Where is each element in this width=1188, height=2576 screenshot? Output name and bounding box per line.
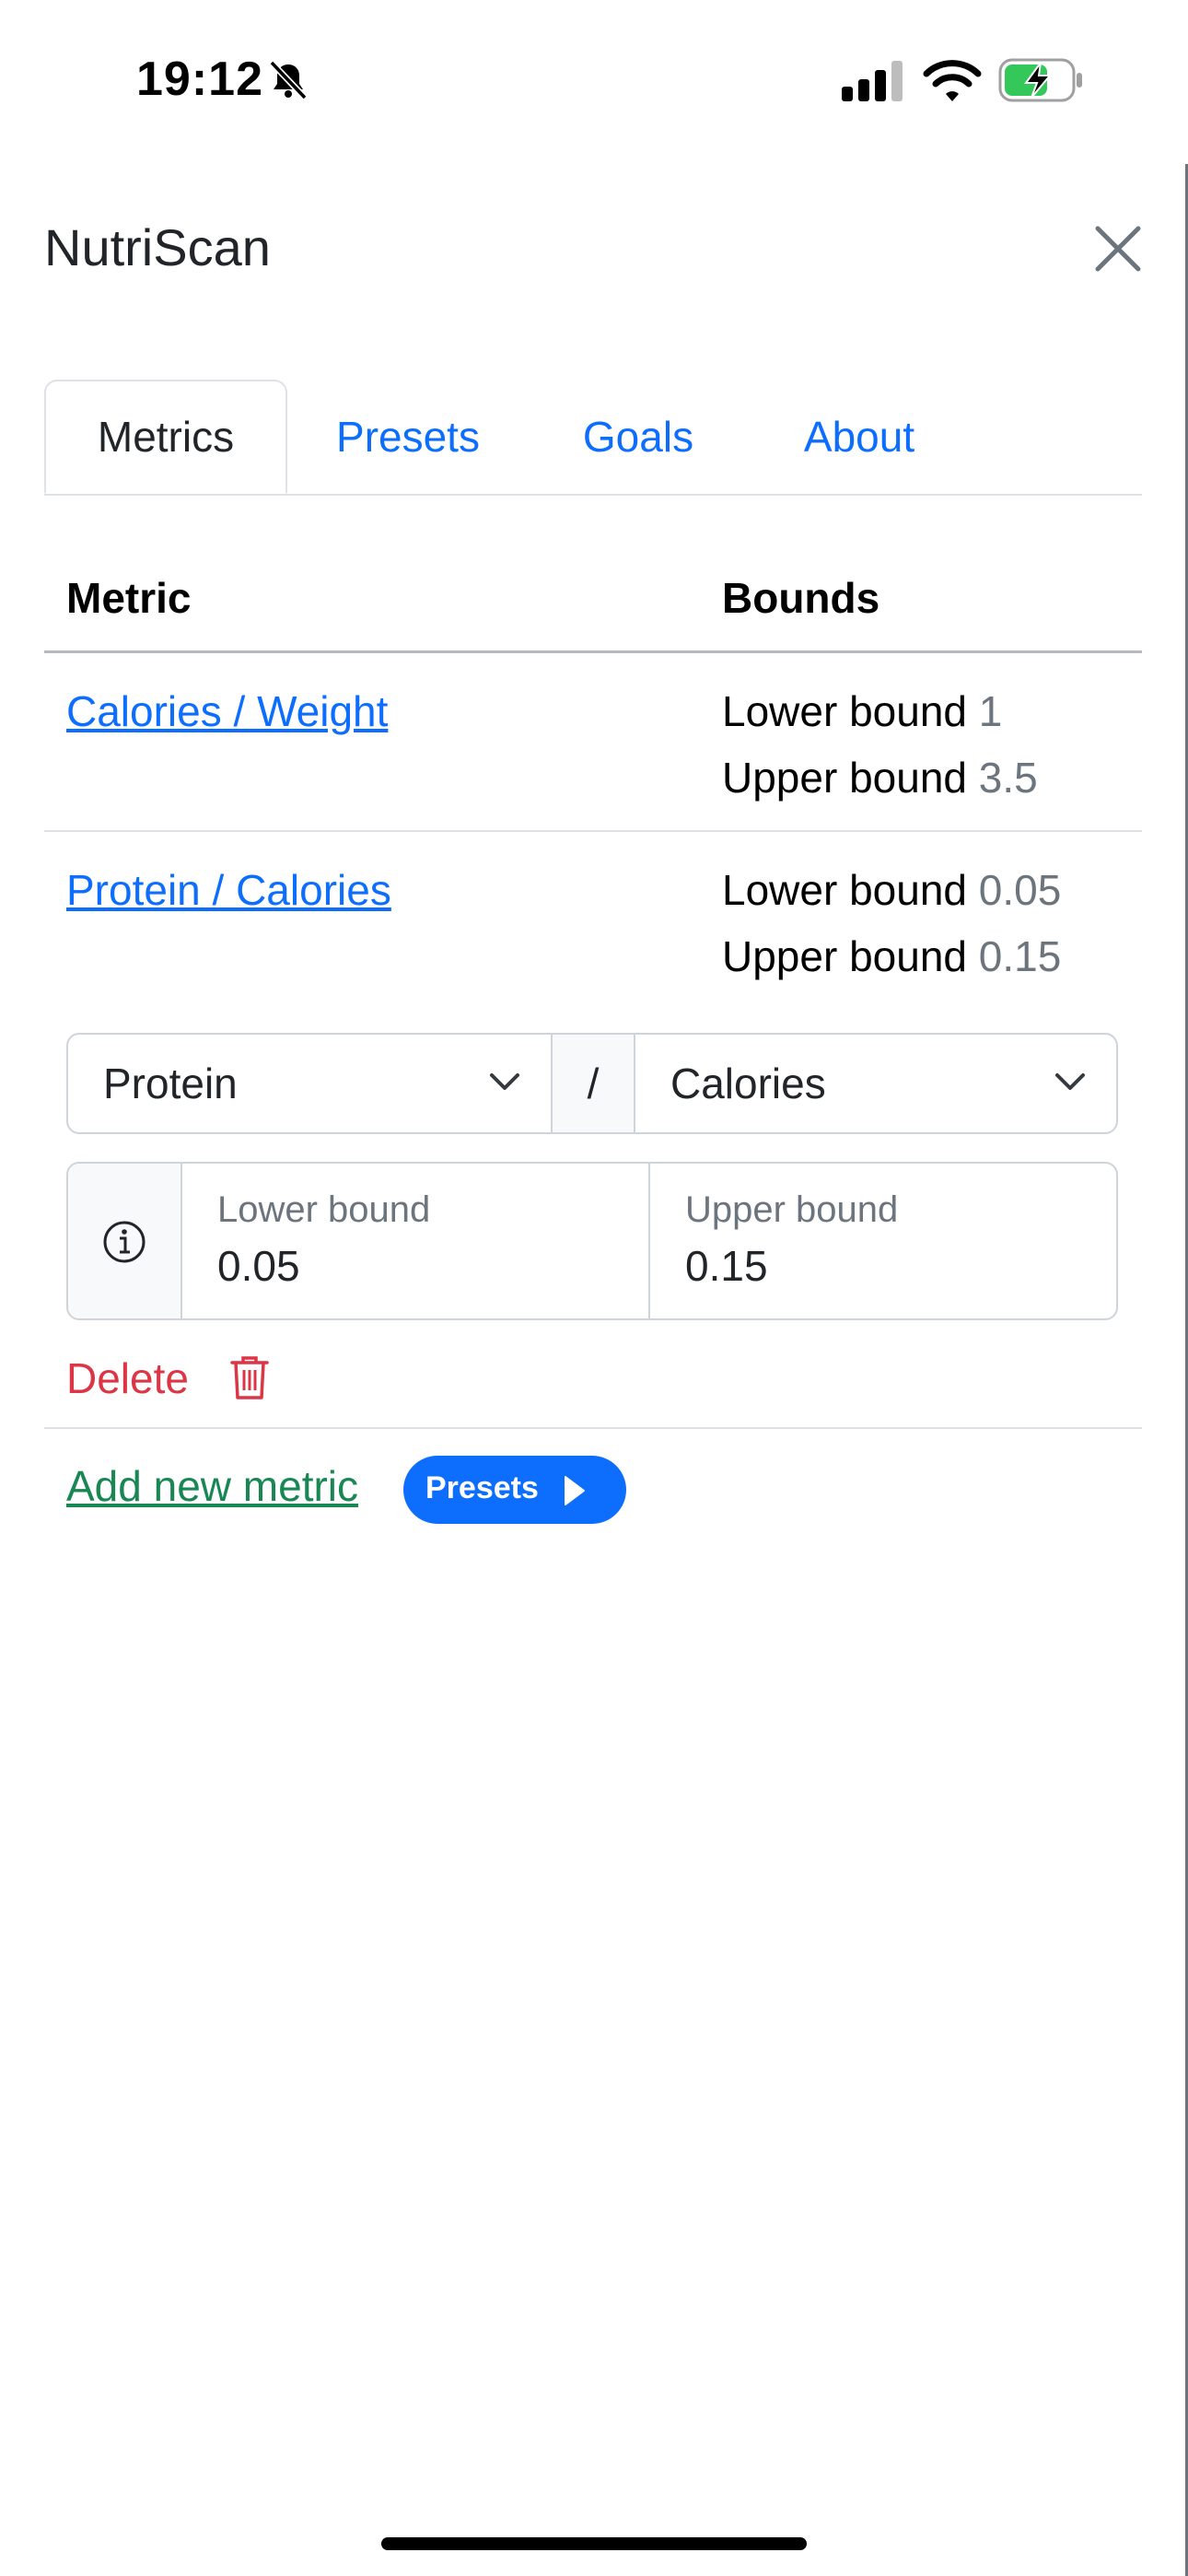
chevron-down-icon[interactable] — [1052, 1068, 1089, 1097]
wifi-icon — [923, 60, 982, 101]
bounds-input-group: Lower bound 0.05 Upper bound 0.15 — [66, 1162, 1118, 1320]
status-bar: 19:12 — [0, 0, 1188, 157]
play-icon — [565, 1476, 585, 1505]
lower-bound-value: 1 — [978, 687, 1003, 735]
add-metric-row: Add new metric Presets — [44, 1428, 1142, 1524]
numerator-select[interactable]: Protein — [103, 1035, 238, 1132]
upper-bound-value: 0.15 — [978, 932, 1062, 980]
modal-header: NutriScan — [44, 212, 1142, 286]
trash-icon[interactable] — [228, 1353, 271, 1401]
upper-bound-text: Upper bound 0.15 — [722, 931, 1061, 981]
upper-bound-input[interactable]: 0.15 — [685, 1241, 768, 1291]
status-time: 19:12 — [136, 53, 263, 106]
table-row: Protein / Calories Lower bound 0.05 Uppe… — [44, 832, 1142, 1429]
lower-bound-input[interactable]: 0.05 — [217, 1241, 300, 1291]
upper-bound-value: 3.5 — [978, 754, 1038, 802]
add-new-metric-link[interactable]: Add new metric — [66, 1461, 358, 1511]
lower-bound-field-label: Lower bound — [217, 1189, 431, 1230]
close-icon[interactable] — [1092, 223, 1144, 275]
upper-bound-text: Upper bound 3.5 — [722, 753, 1038, 802]
app-title: NutriScan — [44, 218, 271, 276]
metric-ratio-selector: Protein / Calories — [66, 1033, 1118, 1134]
tab-metrics[interactable]: Metrics — [44, 380, 287, 494]
info-addon[interactable] — [68, 1164, 182, 1318]
denominator-select[interactable]: Calories — [670, 1035, 826, 1132]
presets-button-label: Presets — [425, 1470, 539, 1505]
cellular-signal-icon — [842, 61, 903, 101]
battery-charging-icon — [998, 58, 1082, 102]
delete-button[interactable]: Delete — [66, 1353, 189, 1403]
tab-bar: Metrics Presets Goals About — [44, 380, 1142, 496]
tab-presets[interactable]: Presets — [320, 380, 495, 494]
tab-about[interactable]: About — [772, 380, 947, 494]
column-header-bounds: Bounds — [722, 574, 880, 622]
upper-bound-label: Upper bound — [722, 754, 967, 802]
presets-button[interactable]: Presets — [403, 1456, 626, 1524]
upper-bound-field-label: Upper bound — [685, 1189, 899, 1230]
lower-bound-value: 0.05 — [978, 866, 1062, 914]
ratio-separator: / — [551, 1035, 635, 1132]
upper-bound-field[interactable]: Upper bound 0.15 — [650, 1164, 1116, 1318]
column-header-metric: Metric — [66, 574, 192, 622]
lower-bound-text: Lower bound 0.05 — [722, 865, 1061, 915]
lower-bound-label: Lower bound — [722, 866, 967, 914]
lower-bound-text: Lower bound 1 — [722, 686, 1002, 736]
metrics-table: Metric Bounds Calories / Weight Lower bo… — [44, 553, 1142, 1429]
metric-link-calories-weight[interactable]: Calories / Weight — [66, 686, 388, 736]
table-header: Metric Bounds — [44, 553, 1142, 653]
lower-bound-label: Lower bound — [722, 687, 967, 735]
upper-bound-label: Upper bound — [722, 932, 967, 980]
tab-goals[interactable]: Goals — [569, 380, 707, 494]
chevron-down-icon[interactable] — [486, 1068, 523, 1097]
home-indicator[interactable] — [381, 2537, 807, 2550]
bell-slash-icon — [269, 60, 308, 100]
table-row: Calories / Weight Lower bound 1 Upper bo… — [44, 653, 1142, 832]
lower-bound-field[interactable]: Lower bound 0.05 — [182, 1164, 650, 1318]
metric-link-protein-calories[interactable]: Protein / Calories — [66, 865, 391, 915]
info-icon[interactable] — [101, 1219, 147, 1265]
